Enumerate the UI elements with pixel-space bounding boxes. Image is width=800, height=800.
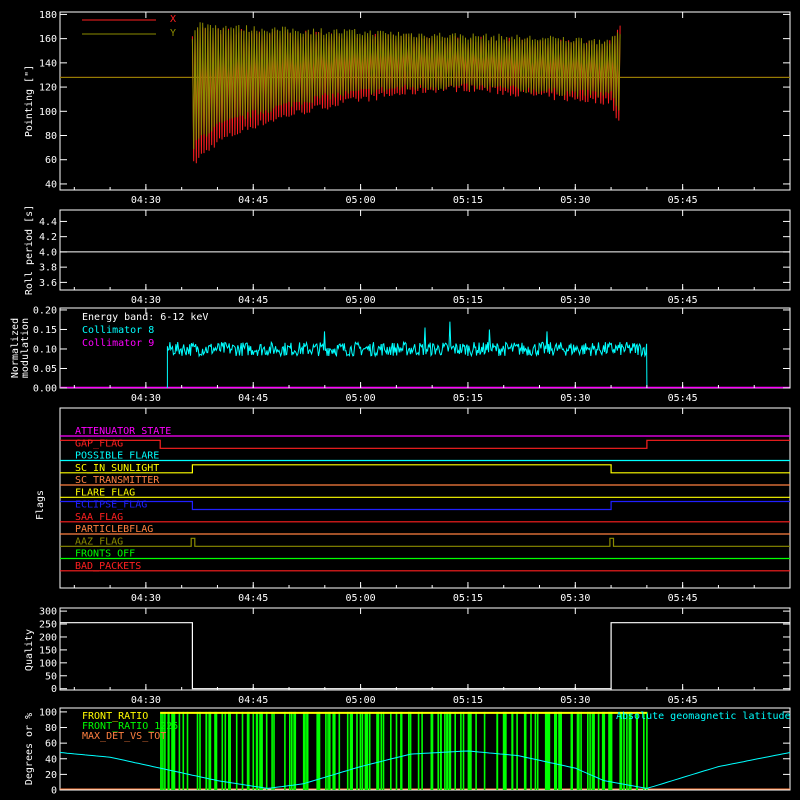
x-tick-label: 04:30 [131,695,161,706]
x-tick-label: 04:45 [238,393,268,404]
energy-band-annotation: Energy band: 6-12 keV [82,312,208,323]
quality-ylabel: Quality [24,629,35,671]
y-tick-label: 0.15 [33,325,57,336]
y-tick-label: 80 [45,723,57,734]
y-tick-label: 150 [39,645,57,656]
x-tick-label: 04:30 [131,195,161,206]
y-tick-label: 0.20 [33,305,57,316]
x-tick-label: 05:15 [453,195,483,206]
legend-x: X [170,14,176,25]
x-tick-label: 05:30 [560,695,590,706]
y-tick-label: 120 [39,83,57,94]
flag-label-flare_flag: FLARE_FLAG [75,487,135,498]
y-tick-label: 160 [39,34,57,45]
x-tick-label: 05:00 [346,393,376,404]
x-tick-label: 04:30 [131,393,161,404]
rhessi-quicklook-chart: 40 60 80 100 120 140 160 180 04:30 04:45 05:00 05:… [0,0,800,800]
x-tick-label: 04:45 [238,593,268,604]
y-tick-label: 3.6 [39,278,57,289]
flag-label-attenuator_state: ATTENUATOR_STATE [75,426,171,437]
x-tick-label: 05:45 [668,695,698,706]
y-tick-label: 3.8 [39,263,57,274]
flag-label-fronts_off: FRONTS_OFF [75,549,135,560]
legend-y: Y [170,28,176,39]
roll-ylabel: Roll period [s] [24,205,35,295]
x-tick-label: 05:30 [560,593,590,604]
y-tick-label: 0.05 [33,364,57,375]
flag-label-sc_in_sunlight: SC_IN_SUNLIGHT [75,463,159,474]
y-tick-label: 0 [51,684,57,695]
x-tick-label: 05:45 [668,393,698,404]
x-tick-label: 04:30 [131,593,161,604]
x-tick-label: 05:30 [560,195,590,206]
x-tick-label: 05:15 [453,295,483,306]
degrees-ylabel: Degrees or % [24,713,35,785]
x-tick-label: 05:15 [453,393,483,404]
flags-ylabel: Flags [35,490,46,520]
x-tick-label: 05:45 [668,195,698,206]
flag-label-bad_packets: BAD_PACKETS [75,561,141,572]
y-tick-label: 4.2 [39,232,57,243]
y-tick-label: 0 [51,786,57,797]
x-tick-label: 04:45 [238,695,268,706]
y-tick-label: 250 [39,620,57,631]
x-tick-label: 04:45 [238,195,268,206]
pointing-ylabel: Pointing ["] [24,65,35,137]
y-tick-label: 100 [39,107,57,118]
legend-collimator-8: Collimator 8 [82,325,154,336]
x-tick-label: 05:15 [453,695,483,706]
x-tick-label: 04:30 [131,295,161,306]
x-tick-label: 05:45 [668,295,698,306]
y-tick-label: 40 [45,179,57,190]
x-tick-label: 05:00 [346,695,376,706]
x-tick-label: 05:45 [668,593,698,604]
flag-label-particlebflag: PARTICLEBFLAG [75,524,153,535]
x-tick-label: 05:15 [453,593,483,604]
y-tick-label: 300 [39,607,57,618]
legend-max-det-vs-tot: MAX_DET_VS_TOT [82,731,166,742]
y-tick-label: 200 [39,632,57,643]
y-tick-label: 140 [39,58,57,69]
y-tick-label: 50 [45,671,57,682]
x-tick-label: 04:45 [238,295,268,306]
y-tick-label: 0.10 [33,344,57,355]
flag-label-sc_transmitter: SC_TRANSMITTER [75,475,160,486]
x-tick-label: 05:00 [346,295,376,306]
legend-geomagnetic-latitude: Absolute geomagnetic latitude [616,711,791,722]
y-tick-label: 100 [39,658,57,669]
y-tick-label: 80 [45,131,57,142]
flag-label-saa_flag: SAA_FLAG [75,512,123,523]
x-tick-label: 05:00 [346,593,376,604]
x-tick-label: 05:00 [346,195,376,206]
y-tick-label: 4.0 [39,247,57,258]
x-tick-label: 05:30 [560,295,590,306]
flag-label-aaz_flag: AAZ_FLAG [75,536,123,547]
y-tick-label: 20 [45,770,57,781]
x-tick-label: 05:30 [560,393,590,404]
y-tick-label: 0.00 [33,384,57,395]
legend-collimator-9: Collimator 9 [82,338,154,349]
y-tick-label: 4.4 [39,217,57,228]
y-tick-label: 60 [45,155,57,166]
modulation-ylabel-line2: modulation [20,318,31,378]
y-tick-label: 60 [45,739,57,750]
y-tick-label: 100 [39,707,57,718]
y-tick-label: 180 [39,10,57,21]
y-tick-label: 40 [45,754,57,765]
flag-label-possible_flare: POSSIBLE_FLARE [75,451,159,462]
